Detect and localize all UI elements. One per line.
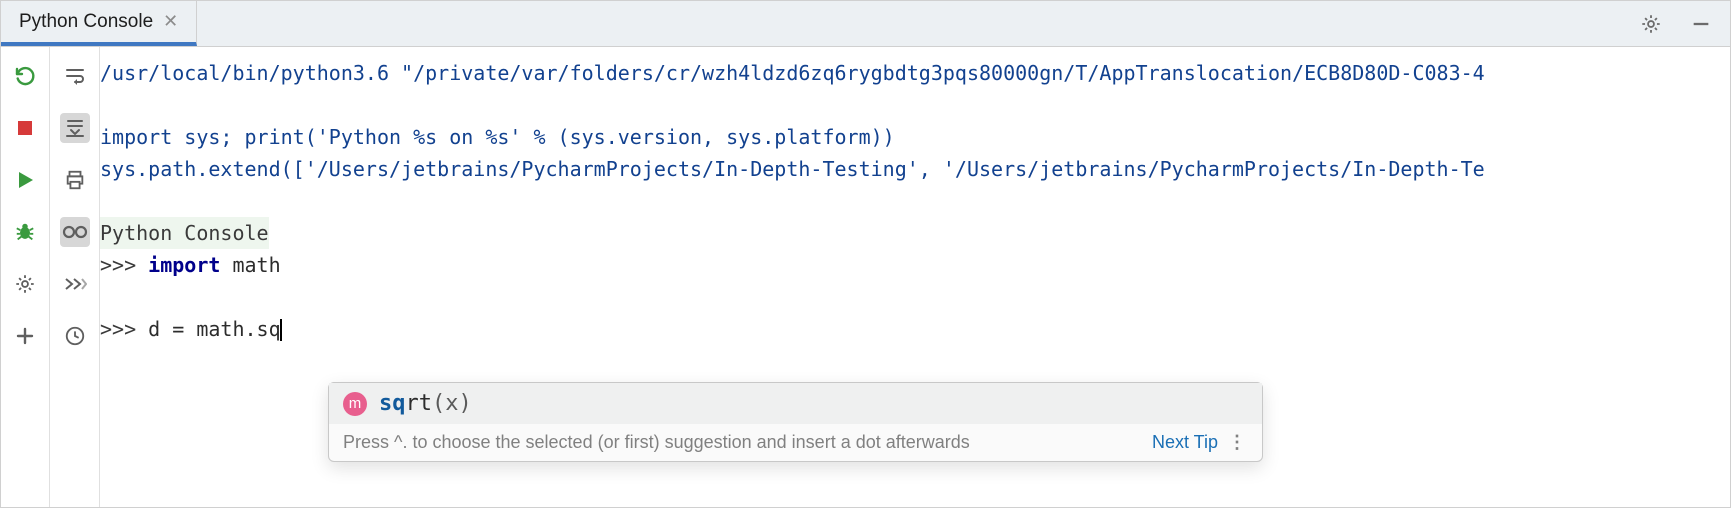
blank-line	[100, 185, 1730, 217]
debug-icon[interactable]	[10, 217, 40, 247]
completion-match: sq	[379, 391, 406, 416]
completion-rest: rt	[406, 391, 433, 416]
completion-hint: Press ^. to choose the selected (or firs…	[343, 432, 1142, 453]
console-output[interactable]: /usr/local/bin/python3.6 "/private/var/f…	[100, 47, 1730, 507]
history-line: >>> import math	[100, 249, 1730, 281]
console-body: /usr/local/bin/python3.6 "/private/var/f…	[1, 47, 1730, 507]
completion-signature: (x)	[432, 391, 472, 416]
tab-title: Python Console	[19, 11, 153, 33]
tabbar-actions	[1636, 1, 1730, 46]
current-typed: sq	[257, 317, 281, 341]
close-icon[interactable]: ✕	[163, 11, 178, 32]
tab-python-console[interactable]: Python Console ✕	[1, 1, 197, 46]
prompt: >>>	[100, 253, 136, 277]
stop-icon[interactable]	[10, 113, 40, 143]
keyword-import: import	[148, 253, 220, 277]
startup-line-1: import sys; print('Python %s on %s' % (s…	[100, 121, 1730, 153]
tabbar: Python Console ✕	[1, 1, 1730, 47]
print-icon[interactable]	[60, 165, 90, 195]
run-icon[interactable]	[10, 165, 40, 195]
prompt: >>>	[100, 317, 136, 341]
text-cursor	[280, 319, 282, 341]
completion-popup[interactable]: m sqrt(x) Press ^. to choose the selecte…	[328, 382, 1263, 462]
current-prefix: d = math.	[148, 317, 256, 341]
blank-line	[100, 281, 1730, 313]
mid-gutter	[50, 47, 100, 507]
console-label: Python Console	[100, 217, 269, 249]
show-variables-icon[interactable]	[60, 217, 90, 247]
settings-cog-icon[interactable]	[10, 269, 40, 299]
current-input-line[interactable]: >>> d = math.sq	[100, 313, 1730, 345]
left-gutter	[1, 47, 50, 507]
startup-line-2: sys.path.extend(['/Users/jetbrains/Pycha…	[100, 153, 1730, 185]
gear-icon[interactable]	[1636, 9, 1666, 39]
tabbar-spacer	[197, 1, 1636, 46]
console-label-line: Python Console	[100, 217, 1730, 249]
scroll-to-end-icon[interactable]	[60, 113, 90, 143]
more-icon[interactable]: ⋮	[1228, 432, 1248, 453]
history-rest: math	[220, 253, 280, 277]
rerun-icon[interactable]	[10, 61, 40, 91]
add-icon[interactable]	[10, 321, 40, 351]
history-icon[interactable]	[60, 321, 90, 351]
interpreter-path-line: /usr/local/bin/python3.6 "/private/var/f…	[100, 57, 1730, 89]
python-console-panel: Python Console ✕	[0, 0, 1731, 508]
completion-hint-row: Press ^. to choose the selected (or firs…	[329, 424, 1262, 461]
browse-history-icon[interactable]	[60, 269, 90, 299]
soft-wrap-icon[interactable]	[60, 61, 90, 91]
completion-item[interactable]: m sqrt(x)	[329, 383, 1262, 424]
blank-line	[100, 89, 1730, 121]
minimize-icon[interactable]	[1686, 9, 1716, 39]
completion-kind-badge: m	[343, 392, 367, 416]
next-tip-link[interactable]: Next Tip	[1152, 432, 1218, 453]
